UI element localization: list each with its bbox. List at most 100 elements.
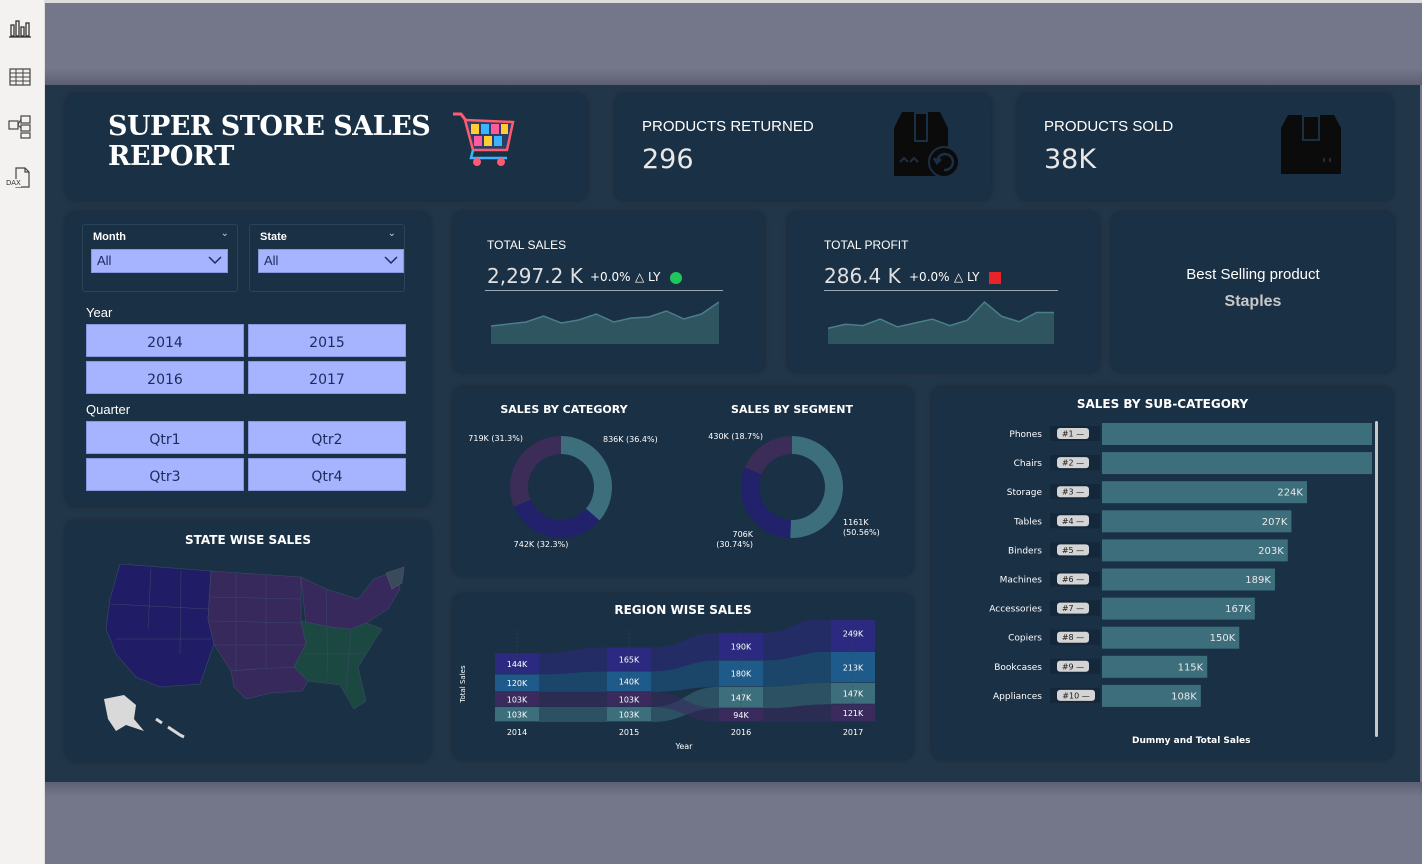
total-profit-label: TOTAL PROFIT <box>824 238 909 252</box>
bar-value-label: 167K <box>1225 604 1251 615</box>
view-sidebar: DAX <box>0 0 45 864</box>
rank-label: #2 — <box>1062 459 1084 468</box>
donut-slice <box>513 499 600 538</box>
donut-data-label: 1161K <box>843 518 869 527</box>
dropdown-arrow-icon <box>384 256 398 265</box>
total-sales-label: TOTAL SALES <box>487 238 567 252</box>
region-value-label: 144K <box>507 660 528 669</box>
sales-by-segment-title: SALES BY SEGMENT <box>731 403 853 416</box>
quarter-button-qtr2[interactable]: Qtr2 <box>248 421 406 454</box>
total-profit-ly: △ LY <box>954 270 980 284</box>
donut-data-label: 706K <box>732 530 753 539</box>
year-button-2016[interactable]: 2016 <box>86 361 244 394</box>
model-view-icon[interactable] <box>8 115 32 139</box>
best-selling-card: Best Selling product Staples <box>1112 212 1394 372</box>
year-label: Year <box>86 305 113 320</box>
sparkline-area <box>491 302 719 344</box>
bar-value-label: 108K <box>1171 691 1197 702</box>
state-slicer-title: State <box>260 231 287 243</box>
subcategory-label: Tables <box>1013 517 1042 527</box>
region-value-label: 103K <box>507 695 528 704</box>
filters-card: Month ⌄ All State ⌄ All Year 2014 2015 2… <box>66 212 430 506</box>
vertical-scrollbar[interactable] <box>1375 421 1378 737</box>
dax-label: DAX <box>6 179 21 187</box>
year-button-2015[interactable]: 2015 <box>248 324 406 357</box>
us-state-map[interactable] <box>96 559 406 744</box>
title-card: SUPER STORE SALES REPORT <box>66 94 587 200</box>
subcategory-xaxis-label: Dummy and Total Sales <box>1132 736 1251 746</box>
bar-value-label: 203K <box>1258 546 1284 557</box>
region-yaxis-label: Total Sales <box>459 665 467 704</box>
report-title: SUPER STORE SALES REPORT <box>108 111 431 172</box>
products-returned-value: 296 <box>642 144 694 175</box>
subcategory-title: SALES BY SUB-CATEGORY <box>1076 397 1249 411</box>
chevron-down-icon[interactable]: ⌄ <box>221 228 229 239</box>
region-ribbon <box>539 671 607 692</box>
status-indicator-up <box>670 272 682 284</box>
total-profit-sparkline <box>828 300 1054 344</box>
bar-value-label: 150K <box>1210 633 1236 644</box>
year-button-2017[interactable]: 2017 <box>248 361 406 394</box>
quarter-button-qtr1[interactable]: Qtr1 <box>86 421 244 454</box>
sales-by-segment-donut[interactable]: 1161K(50.56%) 706K(30.74%) 430K (18.7%) <box>683 417 913 567</box>
subcategory-bar <box>1102 423 1372 445</box>
rank-label: #7 — <box>1062 604 1084 613</box>
subcategory-bar <box>1102 452 1372 475</box>
subcategory-bar <box>1102 481 1307 504</box>
category-segment-card: SALES BY CATEGORY SALES BY SEGMENT 836K … <box>453 387 913 575</box>
region-ribbon <box>763 682 831 709</box>
state-map-card: STATE WISE SALES <box>66 521 430 761</box>
bar-value-label: 115K <box>1178 662 1204 673</box>
subcategory-label: Bookcases <box>994 663 1042 673</box>
quarter-label: Quarter <box>86 402 131 417</box>
total-sales-value: 2,297.2 K <box>487 264 583 288</box>
bar-value-label: 224K <box>1277 488 1303 499</box>
best-selling-label: Best Selling product <box>1186 266 1320 283</box>
chevron-down-icon[interactable]: ⌄ <box>388 228 396 239</box>
donut-data-label: 430K (18.7%) <box>708 432 763 441</box>
state-map-title: STATE WISE SALES <box>185 533 311 547</box>
products-sold-label: PRODUCTS SOLD <box>1044 118 1174 135</box>
donut-slice <box>744 436 792 475</box>
month-slicer: Month ⌄ All <box>82 224 238 292</box>
subcategory-card: SALES BY SUB-CATEGORY Phones#1 —330KChai… <box>932 387 1393 759</box>
region-ribbon <box>539 706 607 722</box>
subcategory-label: Accessories <box>989 605 1042 615</box>
rank-label: #9 — <box>1062 662 1084 671</box>
region-x-tick: 2016 <box>731 728 751 737</box>
total-sales-card: TOTAL SALES 2,297.2 K +0.0% △ LY <box>453 212 764 372</box>
donut-slice <box>741 467 791 538</box>
month-dropdown-value: All <box>97 253 112 268</box>
quarter-button-qtr4[interactable]: Qtr4 <box>248 458 406 491</box>
region-sales-title: REGION WISE SALES <box>614 603 752 617</box>
donut-slice <box>790 436 843 538</box>
shopping-cart-icon <box>451 110 515 168</box>
region-sales-ribbon-chart[interactable]: 103K103K120K144K2014103K103K140K165K2015… <box>453 620 913 755</box>
bar-value-label: 189K <box>1245 575 1271 586</box>
table-view-icon[interactable] <box>8 65 32 89</box>
year-button-2014[interactable]: 2014 <box>86 324 244 357</box>
products-returned-card: PRODUCTS RETURNED 296 <box>615 94 991 200</box>
state-dropdown-value: All <box>264 253 279 268</box>
region-sales-card: REGION WISE SALES 103K 103K 120K 144K 2014 10… <box>453 594 913 759</box>
donut-data-label: (30.74%) <box>716 540 753 549</box>
subcategory-label: Copiers <box>1008 634 1042 644</box>
kpi-divider <box>485 290 723 291</box>
sales-by-category-donut[interactable]: 836K (36.4%) 742K (32.3%) 719K (31.3%) <box>453 417 683 567</box>
month-slicer-title: Month <box>93 231 126 243</box>
donut-slice <box>561 436 612 521</box>
region-ribbon <box>539 691 607 707</box>
sales-by-category-title: SALES BY CATEGORY <box>500 403 628 416</box>
dax-query-view-icon[interactable]: DAX <box>6 166 32 190</box>
report-view-icon[interactable] <box>8 16 32 40</box>
subcategory-bar-chart[interactable]: Phones#1 —330KChairs#2 —328KStorage#3 —2… <box>932 417 1372 717</box>
best-selling-value: Staples <box>1224 293 1282 310</box>
returned-box-icon <box>890 110 962 180</box>
month-dropdown[interactable]: All <box>91 249 228 273</box>
kpi-divider <box>824 290 1058 291</box>
donut-slice <box>510 436 561 507</box>
quarter-button-qtr3[interactable]: Qtr3 <box>86 458 244 491</box>
donut-data-label: (50.56%) <box>843 528 880 537</box>
canvas-bottom-margin <box>45 782 1422 864</box>
state-dropdown[interactable]: All <box>258 249 404 273</box>
